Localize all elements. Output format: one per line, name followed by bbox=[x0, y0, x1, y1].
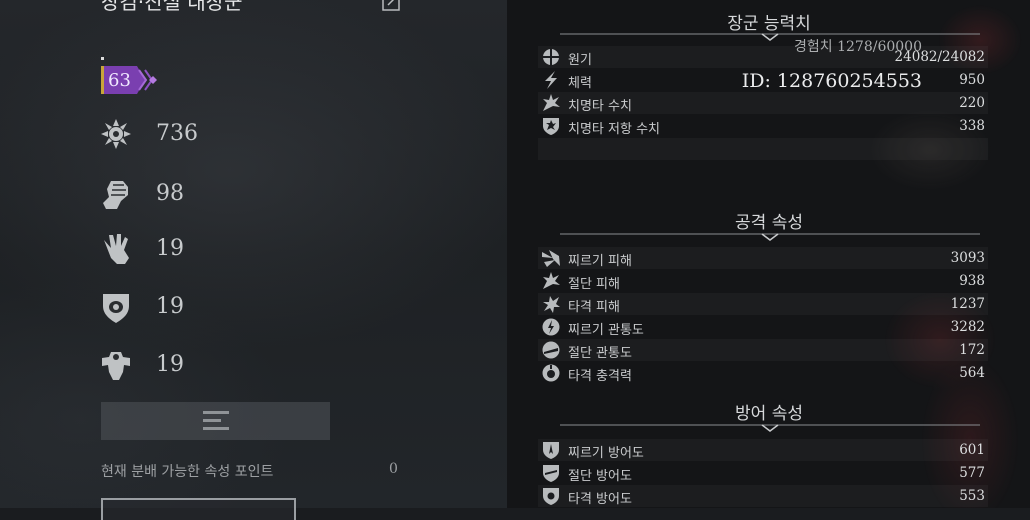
stat-row: 찌르기 관통도 3282 bbox=[538, 316, 988, 338]
menu-button[interactable] bbox=[101, 402, 330, 440]
stat-row: 치명타 수치 220 bbox=[538, 92, 988, 114]
stat-value: 172 bbox=[959, 342, 985, 358]
stat-value: 577 bbox=[959, 465, 985, 481]
stat-label: 치명타 저항 수치 bbox=[568, 122, 660, 137]
stat-value: 950 bbox=[959, 72, 985, 88]
stat-row: 타격 피해 1237 bbox=[538, 293, 988, 315]
stat-value: 564 bbox=[959, 365, 985, 381]
lightning-icon bbox=[545, 71, 557, 89]
stat-row: 체력 950 bbox=[538, 69, 988, 91]
stat-value: 338 bbox=[959, 118, 985, 134]
empty-stat-row bbox=[538, 138, 988, 160]
stat-row: 절단 관통도 172 bbox=[538, 339, 988, 361]
stat-value: 220 bbox=[959, 95, 985, 111]
pierce-pen-icon bbox=[542, 318, 560, 336]
section-title-defense: 방어 속성 bbox=[735, 404, 803, 424]
stat-row: 찌르기 방어도 601 bbox=[538, 439, 988, 461]
slash-icon bbox=[543, 272, 560, 289]
stat-label: 찌르기 방어도 bbox=[568, 446, 644, 461]
stat-row: 절단 방어도 577 bbox=[538, 462, 988, 484]
stat-value: 24082/24082 bbox=[894, 49, 985, 65]
muscle-icon bbox=[102, 352, 130, 380]
confirm-button[interactable] bbox=[101, 498, 296, 520]
stat-row: 절단 피해 938 bbox=[538, 270, 988, 292]
fist-icon bbox=[103, 181, 128, 209]
available-points-label: 현재 분배 가능한 속성 포인트 bbox=[101, 464, 274, 480]
edit-icon[interactable] bbox=[381, 0, 401, 12]
stat-label: 타격 피해 bbox=[568, 300, 620, 315]
attribute-row: 19 bbox=[101, 232, 301, 268]
rank-number: 63 bbox=[108, 70, 131, 91]
slash-pen-icon bbox=[542, 341, 560, 359]
attribute-row: 19 bbox=[101, 348, 301, 384]
section-divider bbox=[560, 33, 980, 41]
stat-label: 절단 관통도 bbox=[568, 346, 632, 361]
gear-burst-icon bbox=[101, 119, 131, 149]
cross-icon bbox=[543, 49, 559, 65]
stat-label: 원기 bbox=[568, 53, 592, 68]
stat-row: 타격 충격력 564 bbox=[538, 362, 988, 384]
section-title-general: 장군 능력치 bbox=[727, 14, 811, 34]
attribute-row: 98 bbox=[101, 177, 301, 213]
attribute-value: 19 bbox=[156, 352, 184, 377]
burst-icon bbox=[543, 94, 560, 111]
attribute-value: 98 bbox=[156, 181, 184, 206]
attribute-value: 19 bbox=[156, 236, 184, 261]
hand-icon bbox=[104, 234, 129, 264]
attribute-row: 19 bbox=[101, 290, 301, 326]
character-name: 장검·진실 대장군 bbox=[101, 0, 243, 14]
blunt-defense-icon bbox=[543, 488, 559, 505]
pierce-defense-icon bbox=[543, 442, 559, 459]
stat-label: 치명타 수치 bbox=[568, 99, 632, 114]
slash-defense-icon bbox=[543, 465, 559, 482]
section-divider bbox=[560, 233, 980, 241]
stat-value: 3282 bbox=[950, 319, 985, 335]
stat-row: 타격 방어도 553 bbox=[538, 485, 988, 507]
pierce-icon bbox=[542, 250, 560, 267]
stat-label: 절단 피해 bbox=[568, 277, 620, 292]
section-title-attack: 공격 속성 bbox=[735, 213, 803, 233]
available-points-value: 0 bbox=[389, 461, 398, 477]
stat-value: 3093 bbox=[950, 250, 985, 266]
stat-label: 절단 방어도 bbox=[568, 469, 632, 484]
stat-label: 타격 충격력 bbox=[568, 369, 632, 384]
stat-label: 찌르기 피해 bbox=[568, 254, 632, 269]
stat-row: 찌르기 피해 3093 bbox=[538, 247, 988, 269]
attribute-value: 736 bbox=[156, 121, 198, 146]
menu-icon bbox=[203, 411, 229, 430]
rank-marker bbox=[101, 57, 104, 60]
stat-row: 치명타 저항 수치 338 bbox=[538, 115, 988, 137]
impact-icon bbox=[542, 364, 560, 382]
stat-label: 체력 bbox=[568, 76, 592, 91]
attribute-value: 19 bbox=[156, 294, 184, 319]
stat-value: 938 bbox=[959, 273, 985, 289]
stat-label: 찌르기 관통도 bbox=[568, 323, 644, 338]
attribute-row: 736 bbox=[101, 117, 301, 153]
stat-label: 타격 방어도 bbox=[568, 492, 632, 507]
stat-value: 1237 bbox=[950, 296, 985, 312]
shield-burst-icon bbox=[543, 118, 559, 135]
stat-value: 601 bbox=[959, 442, 985, 458]
blunt-icon bbox=[543, 296, 560, 313]
section-divider bbox=[560, 424, 980, 432]
stat-value: 553 bbox=[959, 488, 985, 504]
stat-row: 원기 24082/24082 bbox=[538, 46, 988, 68]
shield-eye-icon bbox=[103, 294, 129, 323]
